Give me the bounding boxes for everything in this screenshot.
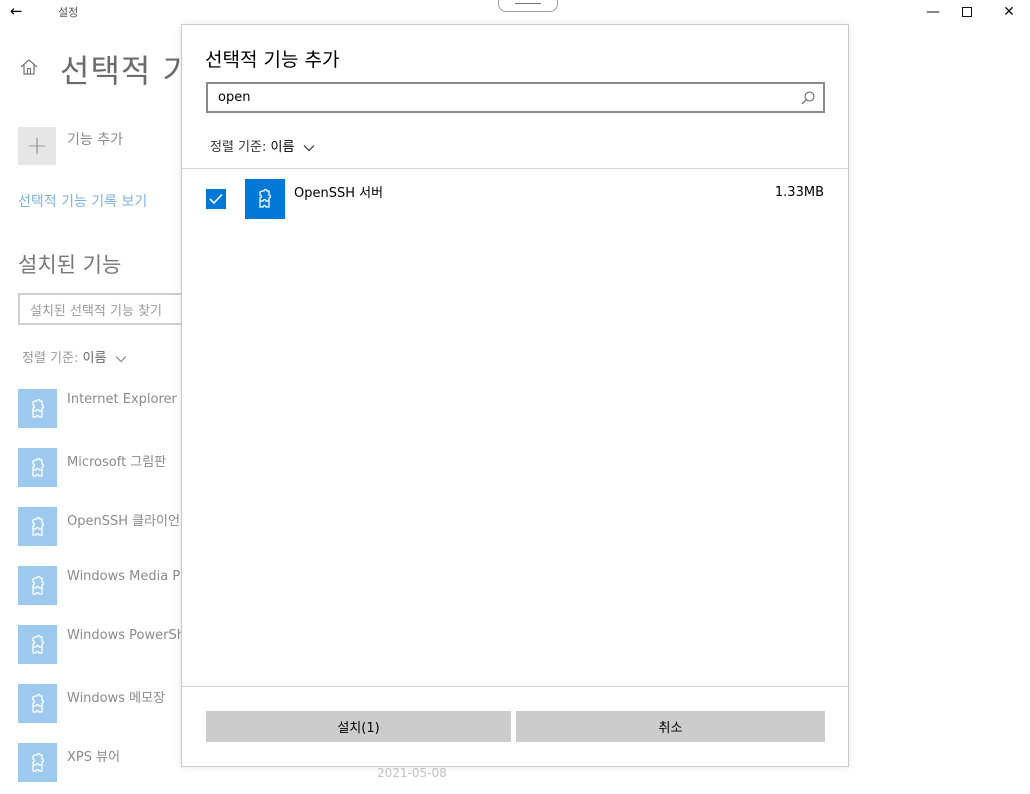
puzzle-piece-icon (18, 448, 57, 487)
sort-value: 이름 (270, 140, 295, 155)
maximize-icon (962, 7, 972, 17)
dialog-title: 선택적 기능 추가 (205, 49, 340, 71)
feature-name: OpenSSH 클라이언트 (67, 514, 192, 529)
feature-name: XPS 뷰어 (67, 750, 121, 765)
sort-dropdown[interactable]: 정렬 기준: 이름 (210, 136, 315, 155)
close-button[interactable]: ✕ (986, 0, 1030, 24)
sort-label: 정렬 기준: (210, 140, 267, 155)
feature-name: Windows 메모장 (67, 691, 166, 706)
cancel-button[interactable]: 취소 (516, 711, 825, 742)
add-feature-button[interactable]: + 기능 추가 (18, 127, 123, 165)
grip-icon (515, 0, 541, 4)
search-value: open (218, 90, 251, 105)
installed-features-search-input[interactable]: 설치된 선택적 기능 찾기 (18, 293, 198, 325)
window-title: 설정 (58, 6, 79, 19)
add-optional-feature-dialog: 선택적 기능 추가 open 정렬 기준: 이름 OpenSSH 서버 1.33… (181, 24, 849, 767)
puzzle-piece-icon (18, 625, 57, 664)
puzzle-piece-icon (18, 566, 57, 605)
plus-icon: + (18, 127, 56, 165)
divider (182, 168, 848, 169)
puzzle-piece-icon (18, 684, 57, 723)
sort-label: 정렬 기준: (22, 351, 79, 366)
result-row-openssh-server[interactable]: OpenSSH 서버 1.33MB (182, 177, 848, 225)
feature-checkbox[interactable] (206, 189, 226, 209)
back-arrow-icon[interactable]: ← (10, 1, 23, 21)
home-icon[interactable] (18, 56, 40, 78)
puzzle-piece-icon (18, 507, 57, 546)
puzzle-piece-icon (18, 743, 57, 782)
install-date: 2021-05-08 (377, 766, 447, 780)
installed-sort-dropdown[interactable]: 정렬 기준: 이름 (22, 347, 127, 366)
puzzle-piece-icon (245, 179, 285, 219)
feature-search-input[interactable]: open (206, 82, 825, 113)
checkmark-icon (209, 193, 223, 205)
divider (182, 686, 848, 687)
chevron-down-icon (115, 355, 126, 362)
installed-features-heading: 설치된 기능 (18, 253, 122, 277)
result-feature-size: 1.33MB (774, 185, 824, 200)
maximize-button[interactable] (944, 0, 990, 24)
title-bar: ← 설정 — ✕ (0, 0, 1030, 24)
chevron-down-icon (303, 144, 314, 151)
feature-name: Microsoft 그림판 (67, 455, 167, 470)
result-feature-name: OpenSSH 서버 (294, 186, 384, 201)
puzzle-piece-icon (18, 389, 57, 428)
install-button[interactable]: 설치(1) (206, 711, 511, 742)
search-icon[interactable] (800, 90, 816, 106)
feature-name: Internet Explorer 11 (67, 392, 198, 407)
sort-value: 이름 (82, 351, 107, 366)
drag-handle[interactable] (498, 0, 558, 12)
add-feature-label: 기능 추가 (67, 132, 123, 148)
feature-history-link[interactable]: 선택적 기능 기록 보기 (18, 191, 147, 211)
